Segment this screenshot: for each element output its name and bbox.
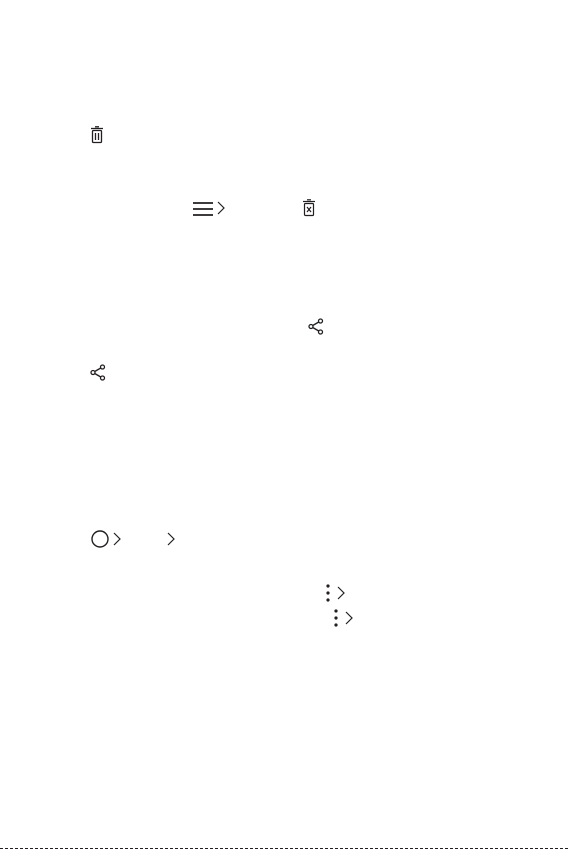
menu-icon	[193, 202, 213, 216]
chevron-right-icon	[337, 585, 345, 601]
home-circle-icon	[91, 530, 109, 548]
page-crop-rule	[0, 848, 568, 849]
delete-icon	[90, 126, 104, 144]
share-icon	[308, 318, 324, 335]
chevron-right-icon	[217, 200, 225, 216]
more-options-icon	[326, 584, 330, 602]
chevron-right-icon	[345, 610, 353, 626]
trash-bin-icon	[302, 199, 316, 217]
chevron-right-icon	[113, 531, 121, 547]
more-options-icon	[334, 609, 338, 627]
share-icon	[90, 364, 106, 381]
chevron-right-icon	[167, 531, 175, 547]
